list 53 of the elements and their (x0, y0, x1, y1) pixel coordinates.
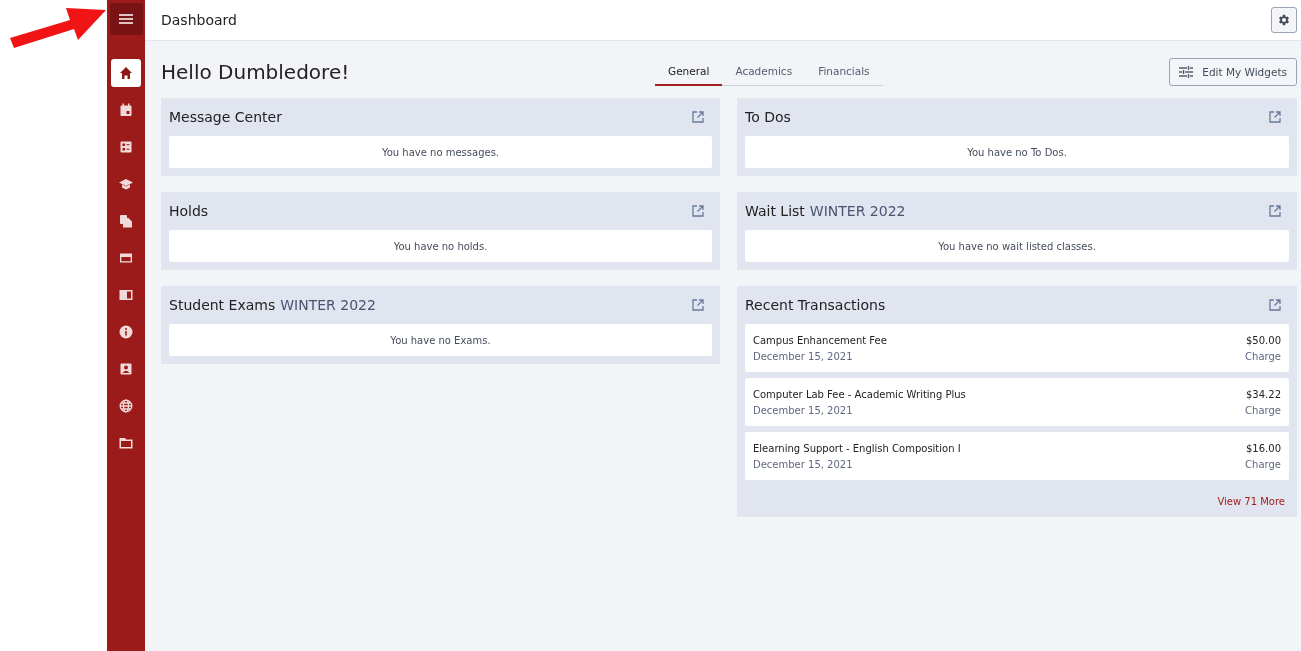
documents-icon (119, 214, 133, 228)
transaction-amount: $16.00 (1246, 442, 1281, 454)
gear-icon (1277, 13, 1291, 27)
credit-card-icon (119, 251, 133, 265)
transaction-date: December 15, 2021 (753, 404, 854, 416)
settings-button[interactable] (1271, 7, 1297, 33)
tab[interactable]: General (655, 58, 723, 86)
transaction-amount: $50.00 (1246, 334, 1281, 346)
panel-icon (119, 288, 133, 302)
transaction-name: Campus Enhancement Fee (753, 334, 887, 346)
globe-icon (119, 399, 133, 413)
transaction-name: Elearning Support - English Composition I (753, 442, 961, 454)
menu-button[interactable] (109, 3, 143, 35)
empty-message: You have no Exams. (169, 324, 712, 356)
empty-message: You have no holds. (169, 230, 712, 262)
view-more-link[interactable]: View 71 More (1217, 496, 1285, 507)
transaction-date: December 15, 2021 (753, 350, 854, 362)
calendar-icon (119, 103, 133, 117)
widget-title: Student Exams WINTER 2022 (169, 297, 376, 313)
checklist-icon (119, 140, 133, 154)
greeting: Hello Dumbledore! (161, 60, 351, 84)
empty-message: You have no messages. (169, 136, 712, 168)
open-external-icon[interactable] (692, 111, 704, 123)
transaction-type: Charge (1245, 404, 1281, 416)
transaction-type: Charge (1245, 458, 1281, 470)
open-external-icon[interactable] (1269, 111, 1281, 123)
folder-icon (119, 436, 133, 450)
graduation-cap-icon (119, 177, 133, 191)
transaction-type: Charge (1245, 350, 1281, 362)
page-title: Dashboard (161, 12, 237, 28)
widget-title: Holds (169, 203, 209, 219)
open-external-icon[interactable] (692, 299, 704, 311)
open-external-icon[interactable] (692, 205, 704, 217)
open-external-icon[interactable] (1269, 299, 1281, 311)
sliders-icon (1179, 66, 1194, 78)
menu-icon (119, 13, 133, 25)
transaction-name: Computer Lab Fee - Academic Writing Plus (753, 388, 966, 400)
empty-message: You have no To Dos. (745, 136, 1289, 168)
nav-button[interactable] (111, 59, 141, 87)
transaction-amount: $34.22 (1246, 388, 1281, 400)
tab[interactable]: Academics (722, 58, 806, 86)
empty-message: You have no wait listed classes. (745, 230, 1289, 262)
tab[interactable]: Financials (805, 58, 883, 86)
home-icon (119, 66, 133, 80)
contact-card-icon (119, 362, 133, 376)
open-external-icon[interactable] (1269, 205, 1281, 217)
info-icon (119, 325, 133, 339)
widget-title: Recent Transactions (745, 297, 886, 313)
widget-title: Wait List WINTER 2022 (745, 203, 906, 219)
widget-title: Message Center (169, 109, 282, 125)
edit-widgets-button[interactable]: Edit My Widgets (1169, 58, 1297, 86)
transaction-date: December 15, 2021 (753, 458, 854, 470)
widget-title: To Dos (745, 109, 791, 125)
